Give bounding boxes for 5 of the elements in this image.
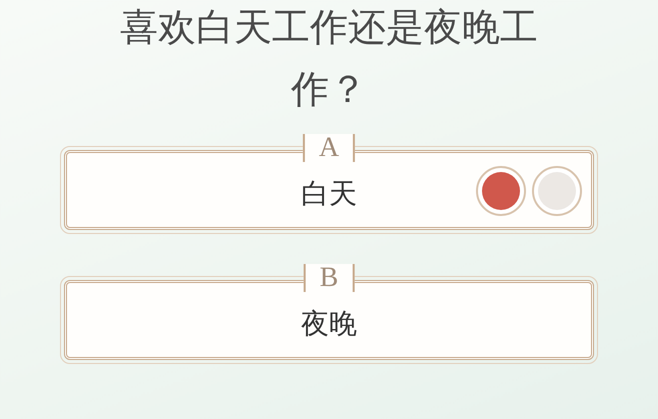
option-text: 白天 xyxy=(301,176,357,212)
option-text: 夜晚 xyxy=(301,306,357,342)
question-text: 喜欢白天工作还是夜晚工作？ xyxy=(119,4,539,113)
option-letter: B xyxy=(304,264,354,292)
option-letter: A xyxy=(302,134,356,162)
